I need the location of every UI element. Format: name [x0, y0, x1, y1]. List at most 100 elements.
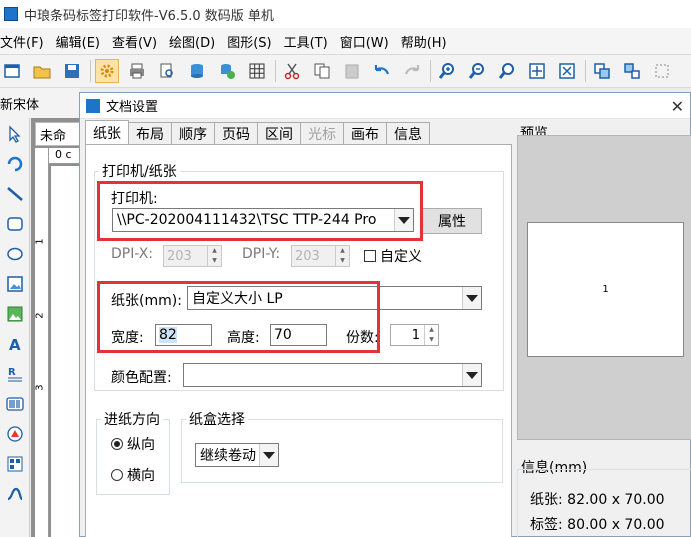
select-cursor-icon[interactable] — [3, 122, 27, 146]
info-label-size: 标签: 80.00 x 70.00 — [530, 517, 665, 533]
line-tool-icon[interactable] — [3, 182, 27, 206]
paper-tray-legend: 纸盒选择 — [189, 412, 245, 428]
custom-dpi-label: 自定义 — [380, 249, 422, 265]
drawing-toolbox: A R — [0, 118, 30, 537]
properties-button[interactable]: 属性 — [422, 208, 482, 234]
preview-page-number: 1 — [602, 284, 609, 295]
label-paper — [51, 166, 79, 537]
stepper-arrows: ▲ ▼ — [335, 246, 349, 266]
chevron-down-icon[interactable] — [462, 364, 481, 386]
feed-direction-legend: 进纸方向 — [104, 412, 160, 428]
print-preview-icon[interactable] — [155, 59, 179, 83]
portrait-radio[interactable] — [111, 438, 123, 450]
dialog-title-bar: 文档设置 ✕ — [80, 93, 690, 119]
menu-view[interactable]: 查看(V) — [112, 32, 164, 51]
cut-icon[interactable] — [280, 59, 304, 83]
ungroup-icon[interactable] — [620, 59, 644, 83]
dpi-x-value: 203 — [167, 248, 192, 264]
tab-page-number[interactable]: 页码 — [214, 122, 258, 144]
fit-page-icon[interactable] — [525, 59, 549, 83]
tab-canvas[interactable]: 画布 — [343, 122, 387, 144]
paper-tray-select[interactable]: 继续卷动 — [195, 443, 279, 467]
color-config-label: 颜色配置: — [111, 370, 172, 386]
close-icon[interactable]: ✕ — [671, 97, 684, 116]
chevron-down-icon[interactable] — [462, 287, 481, 309]
copies-value: 1 — [411, 327, 420, 343]
dialog-title: 文档设置 — [106, 100, 159, 115]
rotate-icon[interactable] — [3, 152, 27, 176]
open-folder-icon[interactable] — [30, 59, 54, 83]
zoom-icon[interactable] — [495, 59, 519, 83]
ellipse-tool-icon[interactable] — [3, 242, 27, 266]
dpi-x-stepper: 203 ▲ ▼ — [163, 245, 222, 267]
tab-info[interactable]: 信息 — [386, 122, 430, 144]
text-tool-icon[interactable]: A — [3, 332, 27, 356]
svg-text:R: R — [8, 367, 16, 378]
preview-paper: 1 — [527, 222, 684, 357]
landscape-label: 横向 — [127, 468, 155, 484]
dpi-y-stepper: 203 ▲ ▼ — [291, 245, 350, 267]
app-title: 中琅条码标签打印软件-V6.5.0 数码版 单机 — [24, 8, 274, 24]
ruler-label: 0 c — [55, 148, 72, 161]
paste-icon — [340, 59, 364, 83]
menu-file[interactable]: 文件(F) — [0, 32, 51, 51]
menu-help[interactable]: 帮助(H) — [401, 32, 454, 51]
undo-icon[interactable] — [370, 59, 394, 83]
copy-icon[interactable] — [310, 59, 334, 83]
menu-edit[interactable]: 编辑(E) — [56, 32, 107, 51]
copies-stepper[interactable]: 1 ▲ ▼ — [390, 324, 439, 346]
landscape-radio[interactable] — [111, 469, 123, 481]
database-icon[interactable] — [185, 59, 209, 83]
menu-draw[interactable]: 绘图(D) — [169, 32, 222, 51]
shape-tool-icon[interactable] — [3, 422, 27, 446]
menu-window[interactable]: 窗口(W) — [340, 32, 396, 51]
toolbar-separator — [275, 60, 276, 82]
ruler-mark: 1 — [34, 238, 46, 245]
rich-text-tool-icon[interactable]: R — [3, 362, 27, 386]
rounded-rect-tool-icon[interactable] — [3, 212, 27, 236]
app-logo-icon — [4, 7, 18, 21]
info-paper-size: 纸张: 82.00 x 70.00 — [530, 492, 665, 508]
curve-tool-icon[interactable] — [3, 482, 27, 506]
new-window-icon[interactable] — [0, 59, 24, 83]
document-settings-dialog: 文档设置 ✕ 纸张 布局 顺序 页码 区间 光标 画布 信息 打印机/纸张 打印… — [79, 92, 691, 537]
design-canvas[interactable]: 未命 0 c 1 2 3 — [31, 118, 81, 537]
qrcode-tool-icon[interactable] — [3, 452, 27, 476]
group-icon[interactable] — [590, 59, 614, 83]
tab-range[interactable]: 区间 — [257, 122, 301, 144]
redo-icon — [400, 59, 424, 83]
ruler-mark: 3 — [34, 384, 46, 391]
database-settings-icon[interactable] — [215, 59, 239, 83]
printer-paper-legend: 打印机/纸张 — [102, 164, 177, 180]
tab-order[interactable]: 顺序 — [171, 122, 215, 144]
menu-tools[interactable]: 工具(T) — [284, 32, 335, 51]
image-tool-icon[interactable] — [3, 272, 27, 296]
toolbar-separator — [585, 60, 586, 82]
portrait-label: 纵向 — [127, 437, 155, 453]
tab-paper[interactable]: 纸张 — [85, 120, 129, 144]
save-icon[interactable] — [60, 59, 84, 83]
dpi-x-label: DPI-X: — [111, 246, 154, 262]
barcode-tool-icon[interactable] — [3, 392, 27, 416]
print-icon[interactable] — [125, 59, 149, 83]
font-name-select[interactable]: 新宋体 — [0, 94, 39, 113]
zoom-out-icon[interactable] — [465, 59, 489, 83]
stepper-arrows: ▲ ▼ — [207, 246, 221, 266]
printer-highlight-box — [97, 181, 423, 241]
zoom-in-icon[interactable] — [435, 59, 459, 83]
document-tab-label: 未命 — [40, 128, 67, 144]
picture-tool-icon[interactable] — [3, 302, 27, 326]
chevron-down-icon[interactable] — [259, 444, 278, 466]
tab-layout[interactable]: 布局 — [128, 122, 172, 144]
document-tab[interactable]: 未命 — [35, 122, 81, 146]
align-icon[interactable] — [650, 59, 674, 83]
paper-tray-value: 继续卷动 — [200, 448, 256, 464]
color-config-select[interactable] — [183, 363, 482, 387]
stepper-arrows[interactable]: ▲ ▼ — [424, 325, 438, 345]
actual-size-icon[interactable] — [555, 59, 579, 83]
grid-icon[interactable] — [245, 59, 269, 83]
settings-gear-icon[interactable] — [95, 59, 119, 83]
custom-dpi-checkbox[interactable] — [364, 250, 376, 262]
menu-shape[interactable]: 图形(S) — [227, 32, 278, 51]
dpi-y-label: DPI-Y: — [242, 246, 281, 262]
